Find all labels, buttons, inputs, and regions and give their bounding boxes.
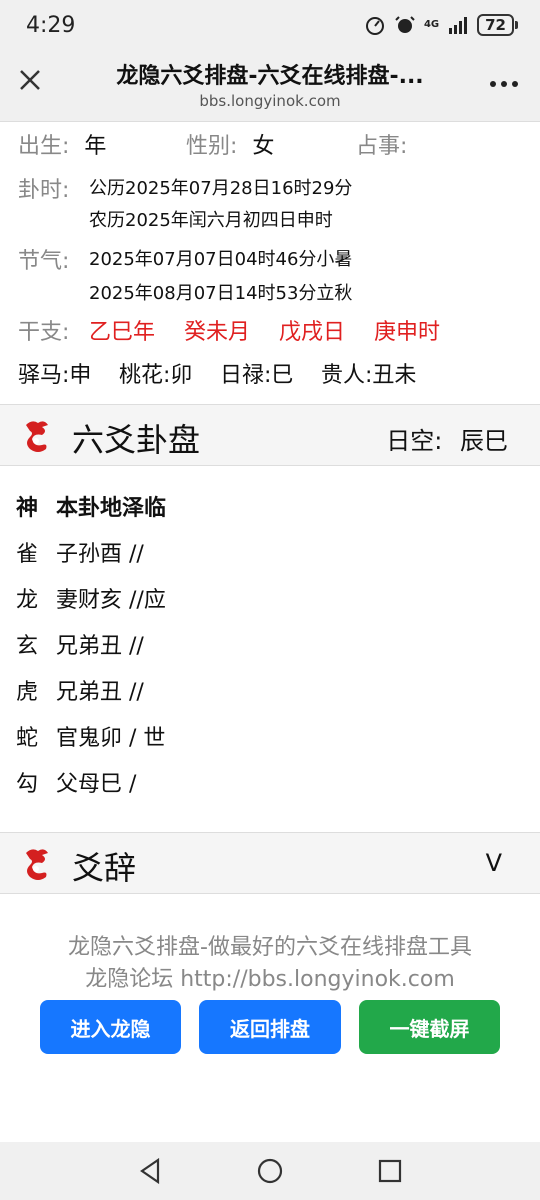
yao-row: 蛇官鬼卯 / 世	[16, 720, 165, 752]
browser-toolbar: 龙隐六爻排盘-六爻在线排盘-... bbs.longyinok.com	[0, 50, 540, 122]
yao-god: 龙	[16, 588, 39, 613]
yaoci-toggle[interactable]: V	[486, 849, 502, 877]
matter-label: 占事:	[356, 134, 408, 159]
yao-text: 兄弟丑 //	[56, 634, 144, 659]
more-menu-button[interactable]	[488, 70, 520, 98]
solar-term-1: 2025年07月07日04时46分小暑	[89, 249, 353, 270]
shensha-taohua: 桃花:卯	[119, 363, 193, 388]
gender-label: 性别:	[186, 134, 238, 159]
day-kong-label: 日空:	[386, 427, 443, 455]
ganzhi-day: 戊戌日	[279, 320, 346, 345]
status-icons: 4G 72	[364, 14, 518, 36]
yao-text: 妻财亥 //应	[56, 588, 166, 613]
recents-square-icon	[378, 1159, 402, 1183]
time-solar: 公历2025年07月28日16时29分	[89, 178, 353, 199]
yaoci-title: 爻辞	[72, 849, 137, 887]
network-type: 4G	[423, 19, 440, 30]
back-nav-button[interactable]	[130, 1151, 170, 1191]
yao-row: 雀子孙酉 //	[16, 536, 144, 568]
dragon-icon	[26, 421, 48, 452]
close-button[interactable]	[16, 66, 44, 94]
solar-term-2: 2025年08月07日14时53分立秋	[89, 283, 353, 304]
yao-text: 兄弟丑 //	[56, 680, 144, 705]
paipan-section-header: 六爻卦盘 日空: 辰巳	[0, 404, 540, 466]
alarm-icon	[394, 14, 416, 36]
time-lunar: 农历2025年闰六月初四日申时	[89, 210, 333, 231]
home-nav-button[interactable]	[250, 1151, 290, 1191]
day-kong-value: 辰巳	[460, 427, 508, 455]
gender-row: 性别: 女	[186, 128, 274, 160]
status-time: 4:29	[26, 12, 76, 38]
gender-value: 女	[252, 134, 275, 159]
yao-text: 官鬼卯 / 世	[56, 726, 166, 751]
god-header: 神	[16, 496, 39, 521]
yao-god: 蛇	[16, 726, 39, 751]
ganzhi-label: 干支:	[18, 320, 70, 345]
enter-longyin-button[interactable]: 进入龙隐	[40, 1000, 181, 1054]
footer-link[interactable]: 龙隐论坛 http://bbs.longyinok.com	[0, 961, 540, 993]
back-to-paipan-button[interactable]: 返回排盘	[199, 1000, 341, 1054]
ganzhi-hour: 庚申时	[374, 320, 441, 345]
yao-row: 勾父母巳 /	[16, 766, 136, 798]
shensha-yima: 驿马:申	[18, 363, 92, 388]
battery-indicator: 72	[477, 14, 518, 36]
yao-text: 父母巳 /	[56, 772, 137, 797]
footer-slogan: 龙隐六爻排盘-做最好的六爻在线排盘工具	[68, 935, 472, 960]
speedometer-icon	[364, 14, 386, 36]
day-kong: 日空: 辰巳	[386, 421, 508, 456]
yao-row: 玄兄弟丑 //	[16, 628, 144, 660]
close-icon	[20, 70, 40, 90]
paipan-title: 六爻卦盘	[72, 421, 201, 459]
home-circle-icon	[257, 1158, 283, 1184]
birth-row: 出生: 年	[18, 128, 106, 160]
signal-icon	[447, 14, 469, 36]
yao-row: 虎兄弟丑 //	[16, 674, 144, 706]
system-nav-bar	[0, 1142, 540, 1200]
more-icon	[490, 81, 518, 87]
yao-god: 玄	[16, 634, 39, 659]
yao-god: 雀	[16, 542, 39, 567]
time-label: 卦时:	[18, 178, 70, 203]
recents-nav-button[interactable]	[370, 1151, 410, 1191]
gua-header-row: 神本卦地泽临	[16, 490, 166, 522]
status-bar: 4:29 4G 72	[0, 0, 540, 50]
ganzhi-year: 乙巳年	[89, 320, 156, 345]
ganzhi-month: 癸未月	[184, 320, 251, 345]
shensha-rilu: 日禄:巳	[220, 363, 294, 388]
back-triangle-icon	[140, 1158, 160, 1184]
yao-god: 勾	[16, 772, 39, 797]
yao-god: 虎	[16, 680, 39, 705]
dragon-icon	[26, 849, 48, 880]
screenshot-button[interactable]: 一键截屏	[359, 1000, 500, 1054]
shensha-guiren: 贵人:丑未	[321, 363, 417, 388]
page-url: bbs.longyinok.com	[199, 92, 341, 110]
page-title: 龙隐六爻排盘-六爻在线排盘-...	[116, 64, 424, 89]
solar-term-label: 节气:	[18, 249, 70, 274]
ben-gua-name: 本卦地泽临	[56, 496, 167, 521]
yao-row: 龙妻财亥 //应	[16, 582, 166, 614]
birth-value: 年	[84, 134, 107, 159]
yaoci-section-header[interactable]: 爻辞 V	[0, 832, 540, 894]
birth-label: 出生:	[18, 134, 70, 159]
yao-text: 子孙酉 //	[56, 542, 144, 567]
